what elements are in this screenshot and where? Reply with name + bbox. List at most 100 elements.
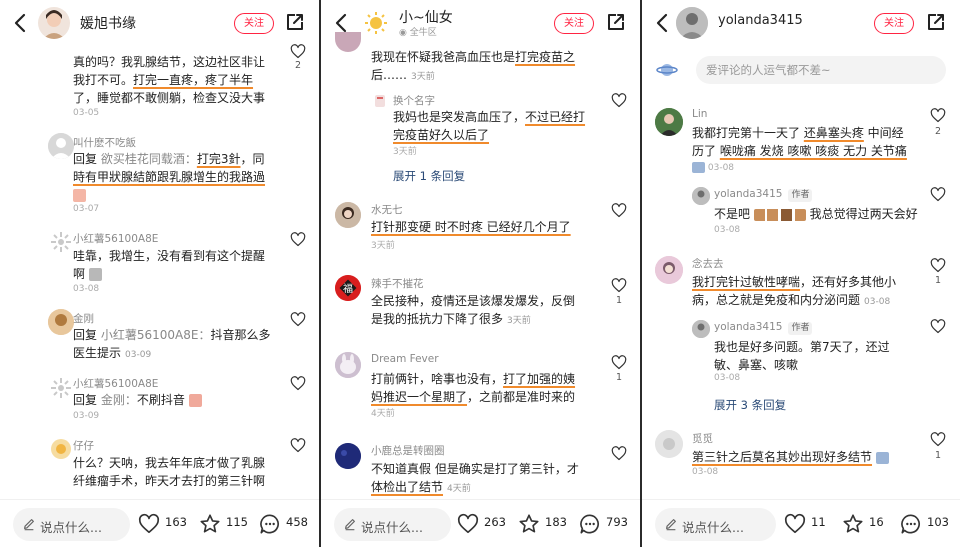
comment-text: 打针那变硬 时不时疼 已经好几个月了 <box>371 220 571 234</box>
author-name[interactable]: 小~仙女 <box>399 7 453 27</box>
bottom-action-bar: 说点什么... 163 115 458 <box>0 499 319 547</box>
back-arrow-icon[interactable] <box>11 12 31 34</box>
comment-input[interactable]: 说点什么... <box>334 508 451 541</box>
comment-count: 103 <box>927 515 949 529</box>
author-name[interactable]: 媛旭书缘 <box>80 13 136 33</box>
comment-icon[interactable] <box>900 513 922 535</box>
like-icon[interactable] <box>930 258 946 273</box>
like-icon[interactable] <box>457 513 479 535</box>
like-icon[interactable] <box>611 355 627 370</box>
like-icon[interactable] <box>138 513 160 535</box>
like-icon[interactable] <box>930 108 946 123</box>
user-avatar[interactable] <box>48 133 74 159</box>
author-name[interactable]: yolanda3415 <box>718 13 803 28</box>
username[interactable]: yolanda3415 作者 <box>714 188 813 202</box>
comment-date: 03-08 <box>73 284 100 294</box>
comment-input[interactable]: 说点什么... <box>655 508 776 541</box>
comment-date: 03-08 <box>692 467 719 477</box>
like-icon[interactable] <box>611 93 627 108</box>
user-avatar[interactable] <box>48 436 74 462</box>
comment-icon[interactable] <box>259 513 281 535</box>
comment-screen-3: yolanda3415 关注 爱评论的人运气都不差~ Lin 我都打完第十一天了… <box>642 0 960 547</box>
pencil-icon <box>664 517 678 531</box>
comment-text: 我也是好多问题。第7天了，还过 敏、鼻塞、咳嗽 <box>714 340 890 372</box>
user-avatar[interactable] <box>48 375 74 401</box>
expand-replies-link[interactable]: 展开 1 条回复 <box>393 168 465 184</box>
like-icon[interactable] <box>290 312 306 327</box>
username[interactable]: 水无七 <box>371 202 403 217</box>
comment-text: 不是吧 我总觉得过两天会好 <box>714 207 918 221</box>
like-icon[interactable] <box>611 278 627 293</box>
user-avatar[interactable] <box>335 443 361 469</box>
user-avatar[interactable]: 福 <box>335 275 361 301</box>
username[interactable]: Lin <box>692 108 707 120</box>
user-avatar[interactable] <box>655 430 683 458</box>
follow-button[interactable]: 关注 <box>234 13 274 34</box>
like-icon[interactable] <box>784 513 806 535</box>
user-avatar[interactable] <box>335 202 361 228</box>
follow-button[interactable]: 关注 <box>554 13 594 34</box>
user-avatar[interactable] <box>692 187 710 205</box>
share-icon[interactable] <box>926 12 946 32</box>
username[interactable]: Dream Fever <box>371 353 439 365</box>
username[interactable]: 辣手不摧花 <box>371 276 424 291</box>
user-avatar[interactable] <box>692 320 710 338</box>
user-avatar[interactable] <box>655 256 683 284</box>
comment-icon[interactable] <box>579 513 601 535</box>
user-avatar[interactable] <box>655 108 683 136</box>
bottom-action-bar: 说点什么... 11 16 103 <box>642 499 960 547</box>
comment-prompt-bar[interactable]: 爱评论的人运气都不差~ <box>696 56 946 84</box>
star-icon[interactable] <box>842 513 864 535</box>
username[interactable]: 小红薯56100A8E <box>73 231 158 246</box>
username[interactable]: 念去去 <box>692 256 724 271</box>
back-arrow-icon[interactable] <box>332 12 352 34</box>
like-icon[interactable] <box>290 376 306 391</box>
top-bar: yolanda3415 关注 <box>642 0 960 46</box>
comment-input[interactable]: 说点什么... <box>13 508 130 541</box>
comment-text: 打前俩针，啥事也没有，打了加强的姨 妈推迟一个星期了，之前都是准时来的 <box>371 372 576 404</box>
username[interactable]: 仔仔 <box>73 438 94 453</box>
comment-text: 什么？天呐，我去年年底才做了乳腺 纤维瘤手术，昨天才去打的第三针啊 <box>73 456 266 488</box>
user-avatar[interactable] <box>48 229 74 255</box>
username[interactable]: yolanda3415 作者 <box>714 321 813 335</box>
author-avatar[interactable] <box>362 9 390 37</box>
comment-date: 03-08 <box>692 162 734 173</box>
like-count: 1 <box>934 275 942 286</box>
username[interactable]: 换个名字 <box>393 93 435 108</box>
like-icon[interactable] <box>611 203 627 218</box>
like-icon[interactable] <box>930 187 946 202</box>
expand-replies-link[interactable]: 展开 3 条回复 <box>714 397 786 413</box>
like-icon[interactable] <box>930 432 946 447</box>
emoji-sticker <box>875 451 889 464</box>
author-avatar[interactable] <box>676 7 708 39</box>
emoji-sticker <box>692 162 705 173</box>
star-icon[interactable] <box>518 513 540 535</box>
like-icon[interactable] <box>930 319 946 334</box>
like-count: 263 <box>484 515 506 529</box>
username[interactable]: 小鹿总是转圈圈 <box>371 443 445 458</box>
follow-button[interactable]: 关注 <box>874 13 914 34</box>
user-avatar[interactable] <box>371 92 389 110</box>
user-avatar[interactable] <box>48 309 74 335</box>
comment-text: 我都打完第十一天了 还鼻塞头疼 中间经 历了 喉咙痛 发烧 咳嗽 咳痰 无力 关… <box>692 126 907 158</box>
username[interactable]: 金刚 <box>73 311 94 326</box>
comment-text: 哇靠，我增生，没有看到有这个提醒啊 <box>73 249 266 281</box>
username[interactable]: 觅觅 <box>692 431 713 446</box>
share-icon[interactable] <box>285 12 305 32</box>
emoji-sticker <box>88 268 102 281</box>
bottom-action-bar: 说点什么... 263 183 793 <box>321 499 640 547</box>
like-icon[interactable] <box>290 232 306 247</box>
username[interactable]: 小红薯56100A8E <box>73 376 158 391</box>
user-avatar[interactable] <box>335 352 361 378</box>
share-icon[interactable] <box>606 12 626 32</box>
like-icon[interactable] <box>611 446 627 461</box>
collect-count: 16 <box>869 515 884 529</box>
user-avatar[interactable] <box>335 32 361 52</box>
like-icon[interactable] <box>290 438 306 453</box>
back-arrow-icon[interactable] <box>653 12 673 34</box>
comment-text: 我现在怀疑我爸高血压也是打完疫苗之 后…… 3天前 <box>371 50 576 82</box>
author-avatar[interactable] <box>38 7 70 39</box>
star-icon[interactable] <box>199 513 221 535</box>
like-icon[interactable] <box>290 44 306 59</box>
username[interactable]: 叫什麽不吃飯 <box>73 135 136 150</box>
